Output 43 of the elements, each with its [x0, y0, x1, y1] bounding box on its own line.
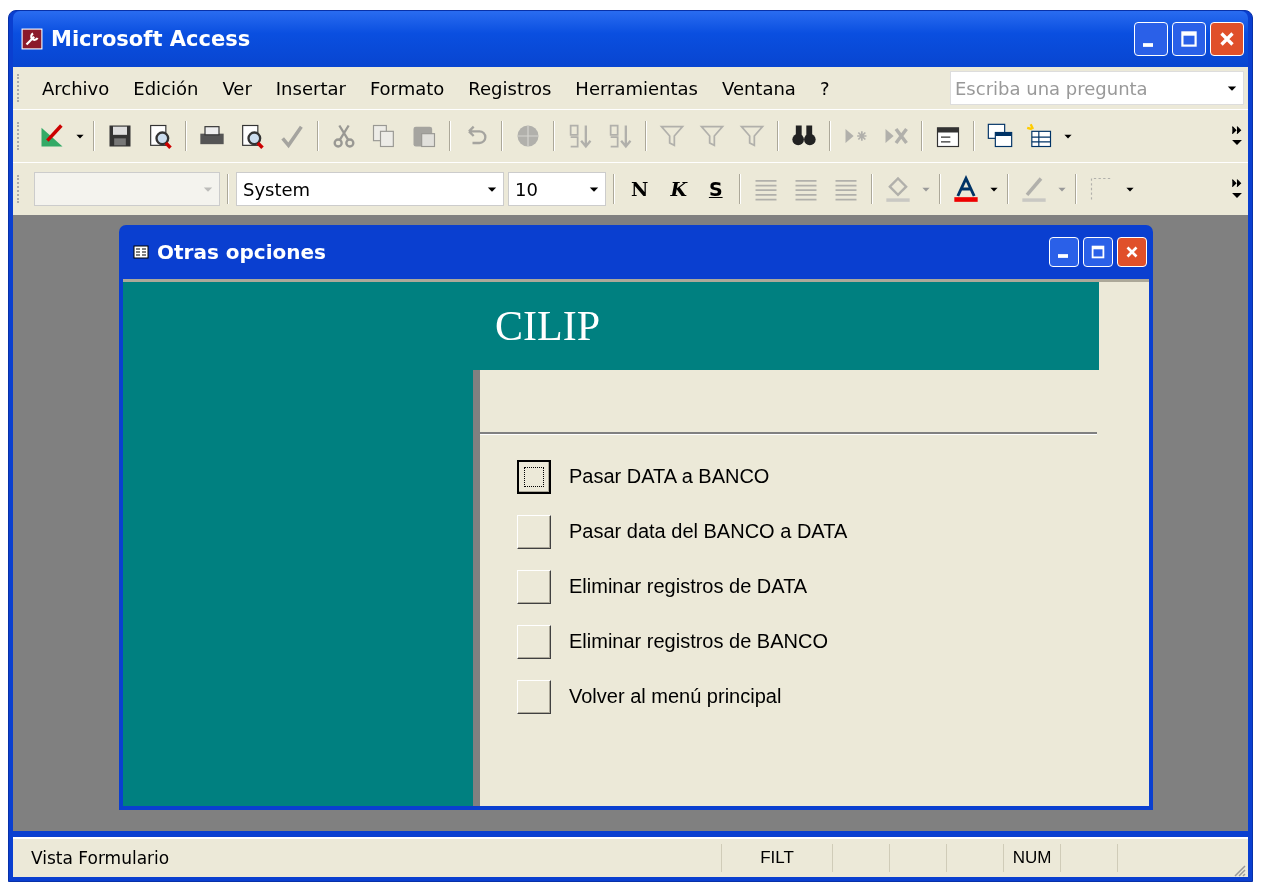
maximize-button[interactable] [1172, 22, 1206, 56]
menu-item[interactable]: Ver [210, 73, 264, 103]
maximize-icon [1178, 28, 1200, 50]
database-window-icon[interactable] [986, 122, 1014, 150]
form-heading: CILIP [495, 302, 600, 350]
menu-item[interactable]: Ventana [709, 73, 808, 103]
option-label: Eliminar registros de BANCO [569, 630, 828, 653]
menu-item[interactable]: Edición [121, 73, 211, 103]
option-button[interactable] [517, 459, 551, 494]
option-label: Eliminar registros de DATA [569, 575, 808, 598]
menu-item[interactable]: Registros [456, 73, 564, 103]
help-question-field[interactable]: Escriba una pregunta [950, 71, 1244, 105]
key-icon [21, 28, 43, 50]
maximize-icon [1089, 243, 1107, 261]
menu-item[interactable]: Herramientas [563, 73, 710, 103]
menu-item[interactable]: Formato [357, 73, 457, 103]
new-object-icon[interactable] [1026, 122, 1054, 150]
option-label: Volver al menú principal [569, 685, 782, 708]
option-label: Pasar DATA a BANCO [569, 465, 770, 488]
close-button[interactable] [1117, 237, 1147, 267]
menu-item[interactable]: Insertar [263, 73, 358, 103]
menu-item[interactable]: ? [807, 73, 842, 103]
close-button[interactable] [1210, 22, 1244, 56]
menu-item[interactable]: Archivo [30, 73, 122, 103]
minimize-button[interactable] [1134, 22, 1168, 56]
underline-button[interactable]: S [699, 176, 732, 202]
italic-button[interactable]: K [661, 176, 696, 202]
resize-grip-icon[interactable] [1232, 863, 1246, 877]
form-title: Otras opciones [157, 240, 327, 264]
font-combo-box[interactable]: System [236, 172, 504, 206]
option-label: Pasar data del BANCO a DATA [569, 520, 848, 543]
form-icon [133, 244, 149, 260]
minimize-icon [1058, 254, 1068, 258]
status-panel: NUM [1003, 844, 1060, 872]
status-panel: FILT [721, 844, 832, 872]
window-title: Microsoft Access [51, 27, 252, 51]
font-color-icon[interactable] [951, 175, 980, 203]
bold-button[interactable]: N [622, 176, 658, 202]
maximize-button[interactable] [1083, 237, 1113, 267]
status-message: Vista Formulario [30, 848, 171, 868]
minimize-icon [1143, 43, 1153, 47]
minimize-button[interactable] [1049, 237, 1079, 267]
font-size-combo-box[interactable]: 10 [508, 172, 606, 206]
